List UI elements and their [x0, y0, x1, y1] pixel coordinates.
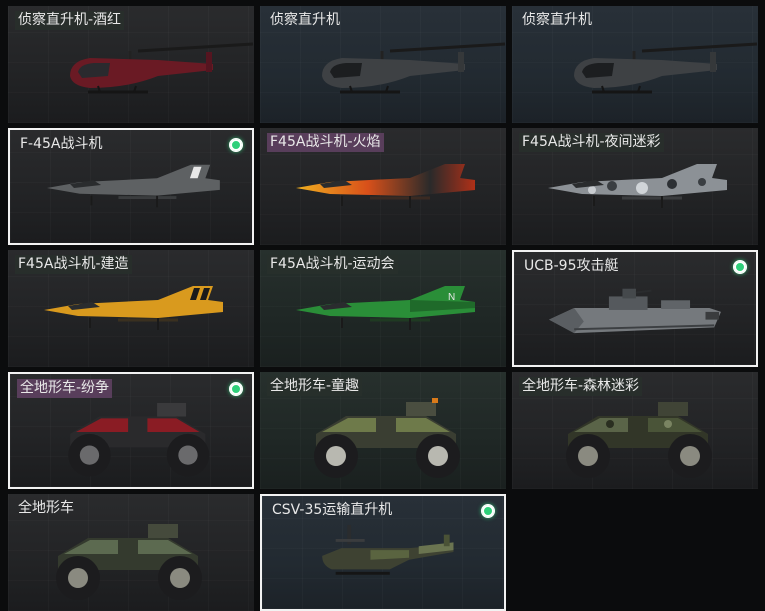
equipped-indicator-icon: [229, 382, 243, 396]
vehicle-card-atv-forest-camo[interactable]: 全地形车-森林迷彩: [512, 372, 758, 489]
vehicle-card-ucb95[interactable]: UCB-95攻击艇: [512, 250, 758, 367]
vehicle-name: 侦察直升机-酒红: [15, 11, 125, 30]
svg-text:N: N: [448, 292, 455, 303]
vehicle-card-recon-heli-wine[interactable]: 侦察直升机-酒红: [8, 6, 254, 123]
vehicle-name: 全地形车-森林迷彩: [519, 377, 643, 396]
vehicle-name: F45A战斗机-夜间迷彩: [519, 133, 664, 152]
vehicle-name: 全地形车-纷争: [17, 379, 113, 398]
vehicle-name: 侦察直升机: [270, 12, 340, 28]
equipped-indicator-icon: [229, 138, 243, 152]
vehicle-card-f45a-sports[interactable]: F45A战斗机-运动会 N: [260, 250, 506, 367]
vehicle-card-f45a-flame[interactable]: F45A战斗机-火焰: [260, 128, 506, 245]
vehicle-name: F45A战斗机-运动会: [267, 255, 398, 274]
equipped-indicator-icon: [733, 260, 747, 274]
vehicle-card-f45a[interactable]: F-45A战斗机: [8, 128, 254, 245]
vehicle-card-atv-fun[interactable]: 全地形车-童趣: [260, 372, 506, 489]
vehicle-card-f45a-construction[interactable]: F45A战斗机-建造: [8, 250, 254, 367]
vehicle-card-atv-conflict[interactable]: 全地形车-纷争: [8, 372, 254, 489]
vehicle-name: UCB-95攻击艇: [524, 258, 619, 274]
vehicle-name: 侦察直升机: [522, 12, 592, 28]
vehicle-name: F45A战斗机-火焰: [267, 133, 384, 152]
vehicle-card-csv35[interactable]: CSV-35运输直升机: [260, 494, 506, 611]
vehicle-name: CSV-35运输直升机: [272, 502, 393, 518]
vehicle-name: 全地形车: [18, 500, 74, 516]
vehicle-name: 全地形车-童趣: [267, 377, 363, 396]
vehicle-name: F-45A战斗机: [20, 136, 103, 152]
vehicle-card-f45a-night-camo[interactable]: F45A战斗机-夜间迷彩: [512, 128, 758, 245]
vehicle-name: F45A战斗机-建造: [15, 255, 132, 274]
vehicle-card-recon-heli[interactable]: 侦察直升机: [260, 6, 506, 123]
equipped-indicator-icon: [481, 504, 495, 518]
vehicle-card-recon-heli[interactable]: 侦察直升机: [512, 6, 758, 123]
vehicle-card-atv[interactable]: 全地形车: [8, 494, 254, 611]
